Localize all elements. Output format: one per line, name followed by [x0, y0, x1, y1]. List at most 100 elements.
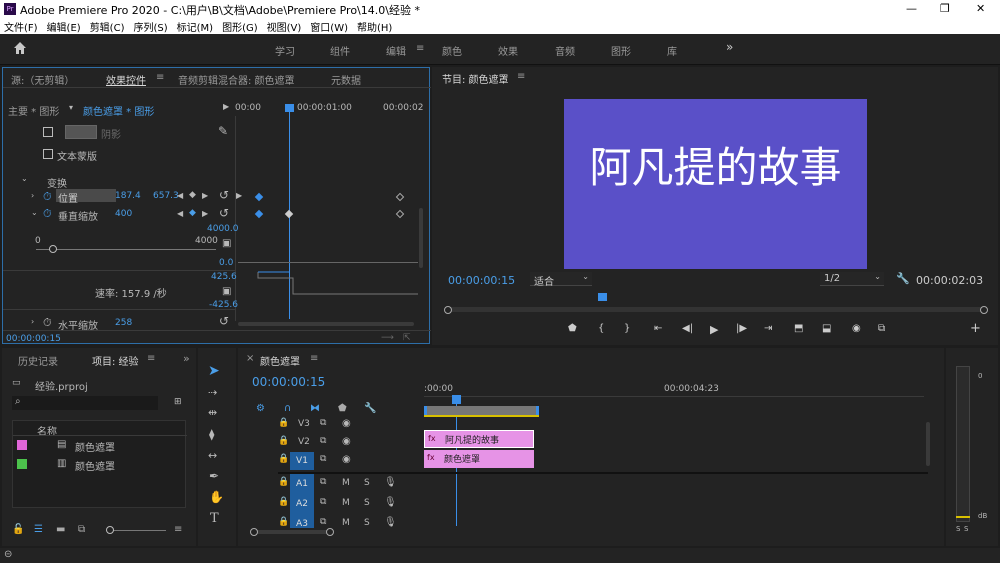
- close-button[interactable]: ✕: [976, 2, 985, 15]
- mute-button[interactable]: M: [342, 478, 350, 488]
- master-clip-label[interactable]: 主要 * 图形: [8, 103, 59, 118]
- sync-lock-icon[interactable]: ⧉: [320, 454, 326, 464]
- workspace-color[interactable]: 颜色: [442, 43, 462, 58]
- project-search-input[interactable]: ⌕: [12, 396, 158, 410]
- lock-icon[interactable]: 🔒: [278, 436, 289, 446]
- track-label[interactable]: V1: [290, 452, 314, 470]
- mark-out-icon[interactable]: }: [624, 323, 630, 334]
- position-stopwatch-icon[interactable]: ⏱: [43, 190, 52, 204]
- workspace-editing[interactable]: 编辑: [386, 43, 406, 58]
- menu-sequence[interactable]: 序列(S): [133, 23, 167, 34]
- tab-history[interactable]: 历史记录: [18, 353, 58, 368]
- wrench-icon[interactable]: 🔧: [896, 272, 910, 285]
- shadow-color-swatch[interactable]: [65, 125, 97, 139]
- workspace-more-icon[interactable]: »: [726, 40, 733, 54]
- home-icon[interactable]: [13, 41, 27, 55]
- program-title[interactable]: 节目: 颜色遮罩: [442, 71, 509, 86]
- hand-tool-icon[interactable]: ✋: [209, 490, 224, 504]
- hscale-expand-icon[interactable]: ›: [31, 317, 34, 326]
- track-label[interactable]: V3: [298, 419, 310, 429]
- project-more-icon[interactable]: »: [183, 352, 190, 365]
- track-select-tool-icon[interactable]: ⇢: [208, 386, 217, 399]
- tab-menu-icon[interactable]: ≡: [156, 72, 164, 83]
- list-view-icon[interactable]: ☰: [34, 524, 43, 535]
- eye-icon[interactable]: ◉: [342, 418, 351, 429]
- meter-solo-left[interactable]: S: [956, 525, 960, 533]
- position-keyframe-end[interactable]: [395, 192, 405, 202]
- sync-lock-icon[interactable]: ⧉: [320, 436, 326, 446]
- fit-select[interactable]: 适合 ⌄: [530, 272, 592, 288]
- workspace-audio[interactable]: 音频: [555, 43, 575, 58]
- timeline-close-icon[interactable]: ×: [246, 353, 254, 364]
- timeline-settings-icon[interactable]: 🔧: [364, 403, 376, 414]
- type-tool-icon[interactable]: T: [210, 511, 219, 526]
- menu-clip[interactable]: 剪辑(C): [90, 23, 125, 34]
- ripple-edit-tool-icon[interactable]: ⇹: [208, 406, 217, 419]
- workspace-graphics[interactable]: 图形: [611, 43, 631, 58]
- text-mask-checkbox[interactable]: [43, 149, 53, 159]
- tab-audio-mixer[interactable]: 音频剪辑混合器: 颜色遮罩: [178, 72, 295, 87]
- vscale-keyframe-3[interactable]: [395, 209, 405, 219]
- resolution-select[interactable]: 1/2 ⌄: [820, 272, 884, 286]
- lock-icon[interactable]: 🔒: [278, 517, 289, 527]
- timeline-hscroll[interactable]: [254, 530, 330, 534]
- project-menu-icon[interactable]: ≡: [147, 353, 155, 364]
- linked-selection-icon[interactable]: ⧓: [310, 403, 320, 414]
- marker-icon[interactable]: ⬟: [568, 323, 577, 334]
- menu-view[interactable]: 视图(V): [267, 23, 302, 34]
- vscale-slider-handle[interactable]: [49, 245, 57, 253]
- lock-icon[interactable]: 🔒: [278, 454, 289, 464]
- position-next-kf-icon[interactable]: ▶: [202, 191, 208, 200]
- program-menu-icon[interactable]: ≡: [517, 71, 525, 82]
- vscale-reset-icon[interactable]: ↺: [219, 206, 229, 220]
- graph-bezier-icon[interactable]: ▣: [222, 238, 231, 249]
- hscale-value[interactable]: 258: [115, 318, 132, 328]
- camera-icon[interactable]: ◉: [852, 323, 861, 334]
- position-expand-icon[interactable]: ›: [31, 191, 34, 200]
- play-icon[interactable]: ▶: [710, 323, 718, 336]
- sync-lock-icon[interactable]: ⧉: [320, 497, 326, 507]
- position-add-kf-icon[interactable]: ◆: [189, 190, 196, 200]
- eyedropper-icon[interactable]: ✎: [218, 124, 228, 138]
- lock-icon[interactable]: 🔒: [278, 477, 289, 487]
- lock-icon[interactable]: 🔒: [278, 497, 289, 507]
- sync-lock-icon[interactable]: ⧉: [320, 517, 326, 527]
- minimize-button[interactable]: —: [906, 2, 917, 15]
- ec-filter-icon[interactable]: ⟶: [381, 333, 394, 343]
- step-back-icon[interactable]: ◀|: [682, 323, 693, 334]
- ec-zoom-scrollbar[interactable]: [238, 322, 414, 326]
- workspace-menu-icon[interactable]: ≡: [416, 43, 424, 54]
- menu-edit[interactable]: 编辑(E): [47, 23, 81, 34]
- menu-window[interactable]: 窗口(W): [310, 23, 348, 34]
- solo-button[interactable]: S: [364, 478, 370, 488]
- step-forward-icon[interactable]: |▶: [736, 323, 747, 334]
- ec-scrollbar-vertical[interactable]: [419, 208, 423, 268]
- track-label[interactable]: A1: [290, 474, 314, 494]
- ec-playhead[interactable]: [285, 104, 294, 112]
- tab-source[interactable]: 源:（无剪辑）: [11, 72, 74, 87]
- pen-tool-icon[interactable]: ✒: [209, 469, 219, 483]
- timeline-timecode[interactable]: 00:00:00:15: [252, 375, 325, 389]
- shadow-checkbox[interactable]: [43, 127, 53, 137]
- mic-icon[interactable]: 🎙: [384, 497, 397, 508]
- clip-v1[interactable]: fx 颜色遮罩: [424, 450, 534, 468]
- track-label[interactable]: A2: [290, 494, 314, 514]
- meter-solo-right[interactable]: S: [964, 525, 968, 533]
- solo-button[interactable]: S: [364, 498, 370, 508]
- timeline-menu-icon[interactable]: ≡: [310, 353, 318, 364]
- mute-button[interactable]: M: [342, 498, 350, 508]
- timeline-tab[interactable]: 颜色遮罩: [260, 353, 300, 368]
- hscale-stopwatch-icon[interactable]: ⏱: [43, 316, 52, 330]
- lock-icon[interactable]: 🔓: [12, 524, 24, 535]
- timeline-playhead[interactable]: [452, 395, 461, 404]
- sync-lock-icon[interactable]: ⧉: [320, 418, 326, 428]
- vscale-keyframe-2[interactable]: [284, 209, 294, 219]
- eye-icon[interactable]: ◉: [342, 436, 351, 447]
- workspace-libraries[interactable]: 库: [667, 43, 677, 58]
- position-keyframe[interactable]: [254, 192, 264, 202]
- eye-icon[interactable]: ◉: [342, 454, 351, 465]
- menu-help[interactable]: 帮助(H): [357, 23, 392, 34]
- extract-icon[interactable]: ⬓: [822, 323, 831, 334]
- lift-icon[interactable]: ⬒: [794, 323, 803, 334]
- icon-view-icon[interactable]: ▬: [56, 524, 65, 535]
